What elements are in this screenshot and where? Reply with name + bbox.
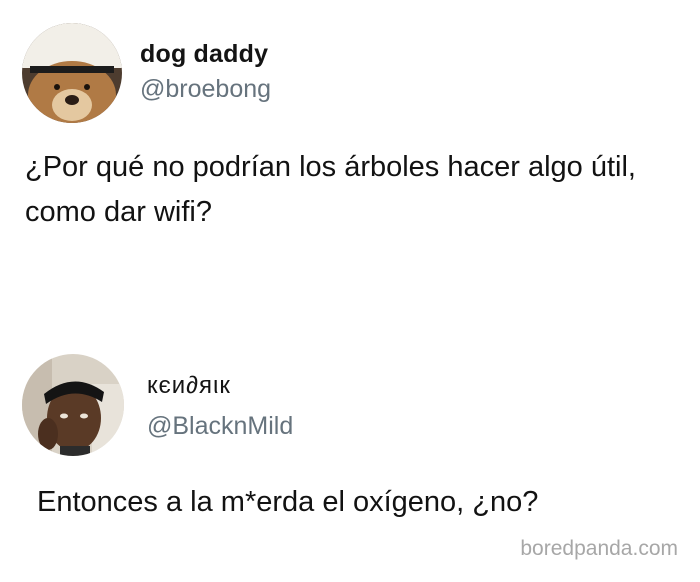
dog-avatar-image [22,23,122,123]
tweet-text: ¿Por qué no podrían los árboles hacer al… [25,151,636,228]
user-handle[interactable]: @BlacknMild [147,412,293,441]
display-name[interactable]: dog daddy [140,40,268,69]
display-name[interactable]: кєи∂яιк [147,372,231,400]
tweet-card: dog daddy @broebong ¿Por qué no podrían … [0,0,700,300]
avatar[interactable] [22,23,122,123]
person-avatar-image [22,354,124,456]
tweet-text: Entonces a la m*erda el oxígeno, ¿no? [37,486,539,518]
watermark: boredpanda.com [520,537,678,560]
avatar[interactable] [22,354,124,456]
user-handle[interactable]: @broebong [140,75,271,104]
